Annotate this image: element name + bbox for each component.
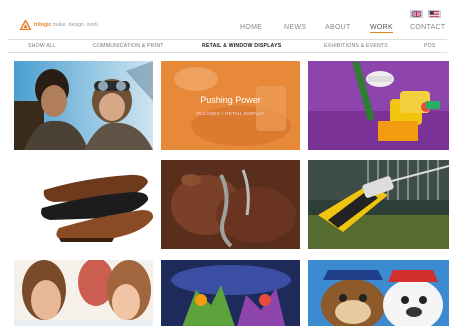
category-filter-bar: SHOW ALL COMMUNICATION & PRINT RETAIL & … (8, 39, 447, 53)
star-wars-image (14, 61, 153, 150)
uk-flag-icon[interactable] (410, 10, 423, 18)
nav-item-about[interactable]: ABOUT (325, 24, 351, 31)
portfolio-tile-chocolate[interactable] (161, 160, 300, 249)
lego-image (308, 61, 449, 150)
main-nav: HOME NEWS ABOUT WORK CONTACT (0, 24, 455, 36)
filter-show-all[interactable]: SHOW ALL (28, 43, 56, 49)
portfolio-tile-shoes[interactable] (14, 160, 153, 249)
tile-caption: Pushing Power OLCADEO / RETAIL DISPLAY (161, 61, 300, 150)
portfolio-tile-girls[interactable] (14, 260, 153, 326)
girls-image (14, 260, 153, 326)
filter-communication-print[interactable]: COMMUNICATION & PRINT (93, 43, 164, 49)
tile-caption-subtitle: OLCADEO / RETAIL DISPLAY (196, 111, 265, 116)
power-tool-image (308, 160, 449, 249)
tile-caption-title: Pushing Power (200, 95, 261, 105)
chocolate-image (161, 160, 300, 249)
portfolio-tile-paw-patrol[interactable] (308, 260, 449, 326)
nav-item-contact[interactable]: CONTACT (410, 24, 445, 31)
nav-item-work[interactable]: WORK (370, 24, 393, 33)
filter-exhibitions-events[interactable]: EXHIBITIONS & EVENTS (324, 43, 388, 49)
nav-item-home[interactable]: HOME (240, 24, 262, 31)
portfolio-tile-power-tool[interactable] (308, 160, 449, 249)
portfolio-tile-skylanders[interactable] (161, 260, 300, 326)
filter-pos[interactable]: POS (424, 43, 436, 49)
portfolio-tile-pushing-power[interactable]: Pushing Power OLCADEO / RETAIL DISPLAY (161, 61, 300, 150)
shoes-image (14, 160, 153, 249)
site-header: trilogic make. design. work. HOME NEWS A… (0, 0, 455, 40)
language-switcher (410, 10, 441, 18)
portfolio-tile-star-wars[interactable] (14, 61, 153, 150)
skylanders-image (161, 260, 300, 326)
portfolio-tile-lego[interactable] (308, 61, 449, 150)
us-flag-icon[interactable] (428, 10, 441, 18)
filter-retail-window-displays[interactable]: RETAIL & WINDOW DISPLAYS (202, 43, 281, 49)
paw-patrol-image (308, 260, 449, 326)
nav-item-news[interactable]: NEWS (284, 24, 306, 31)
